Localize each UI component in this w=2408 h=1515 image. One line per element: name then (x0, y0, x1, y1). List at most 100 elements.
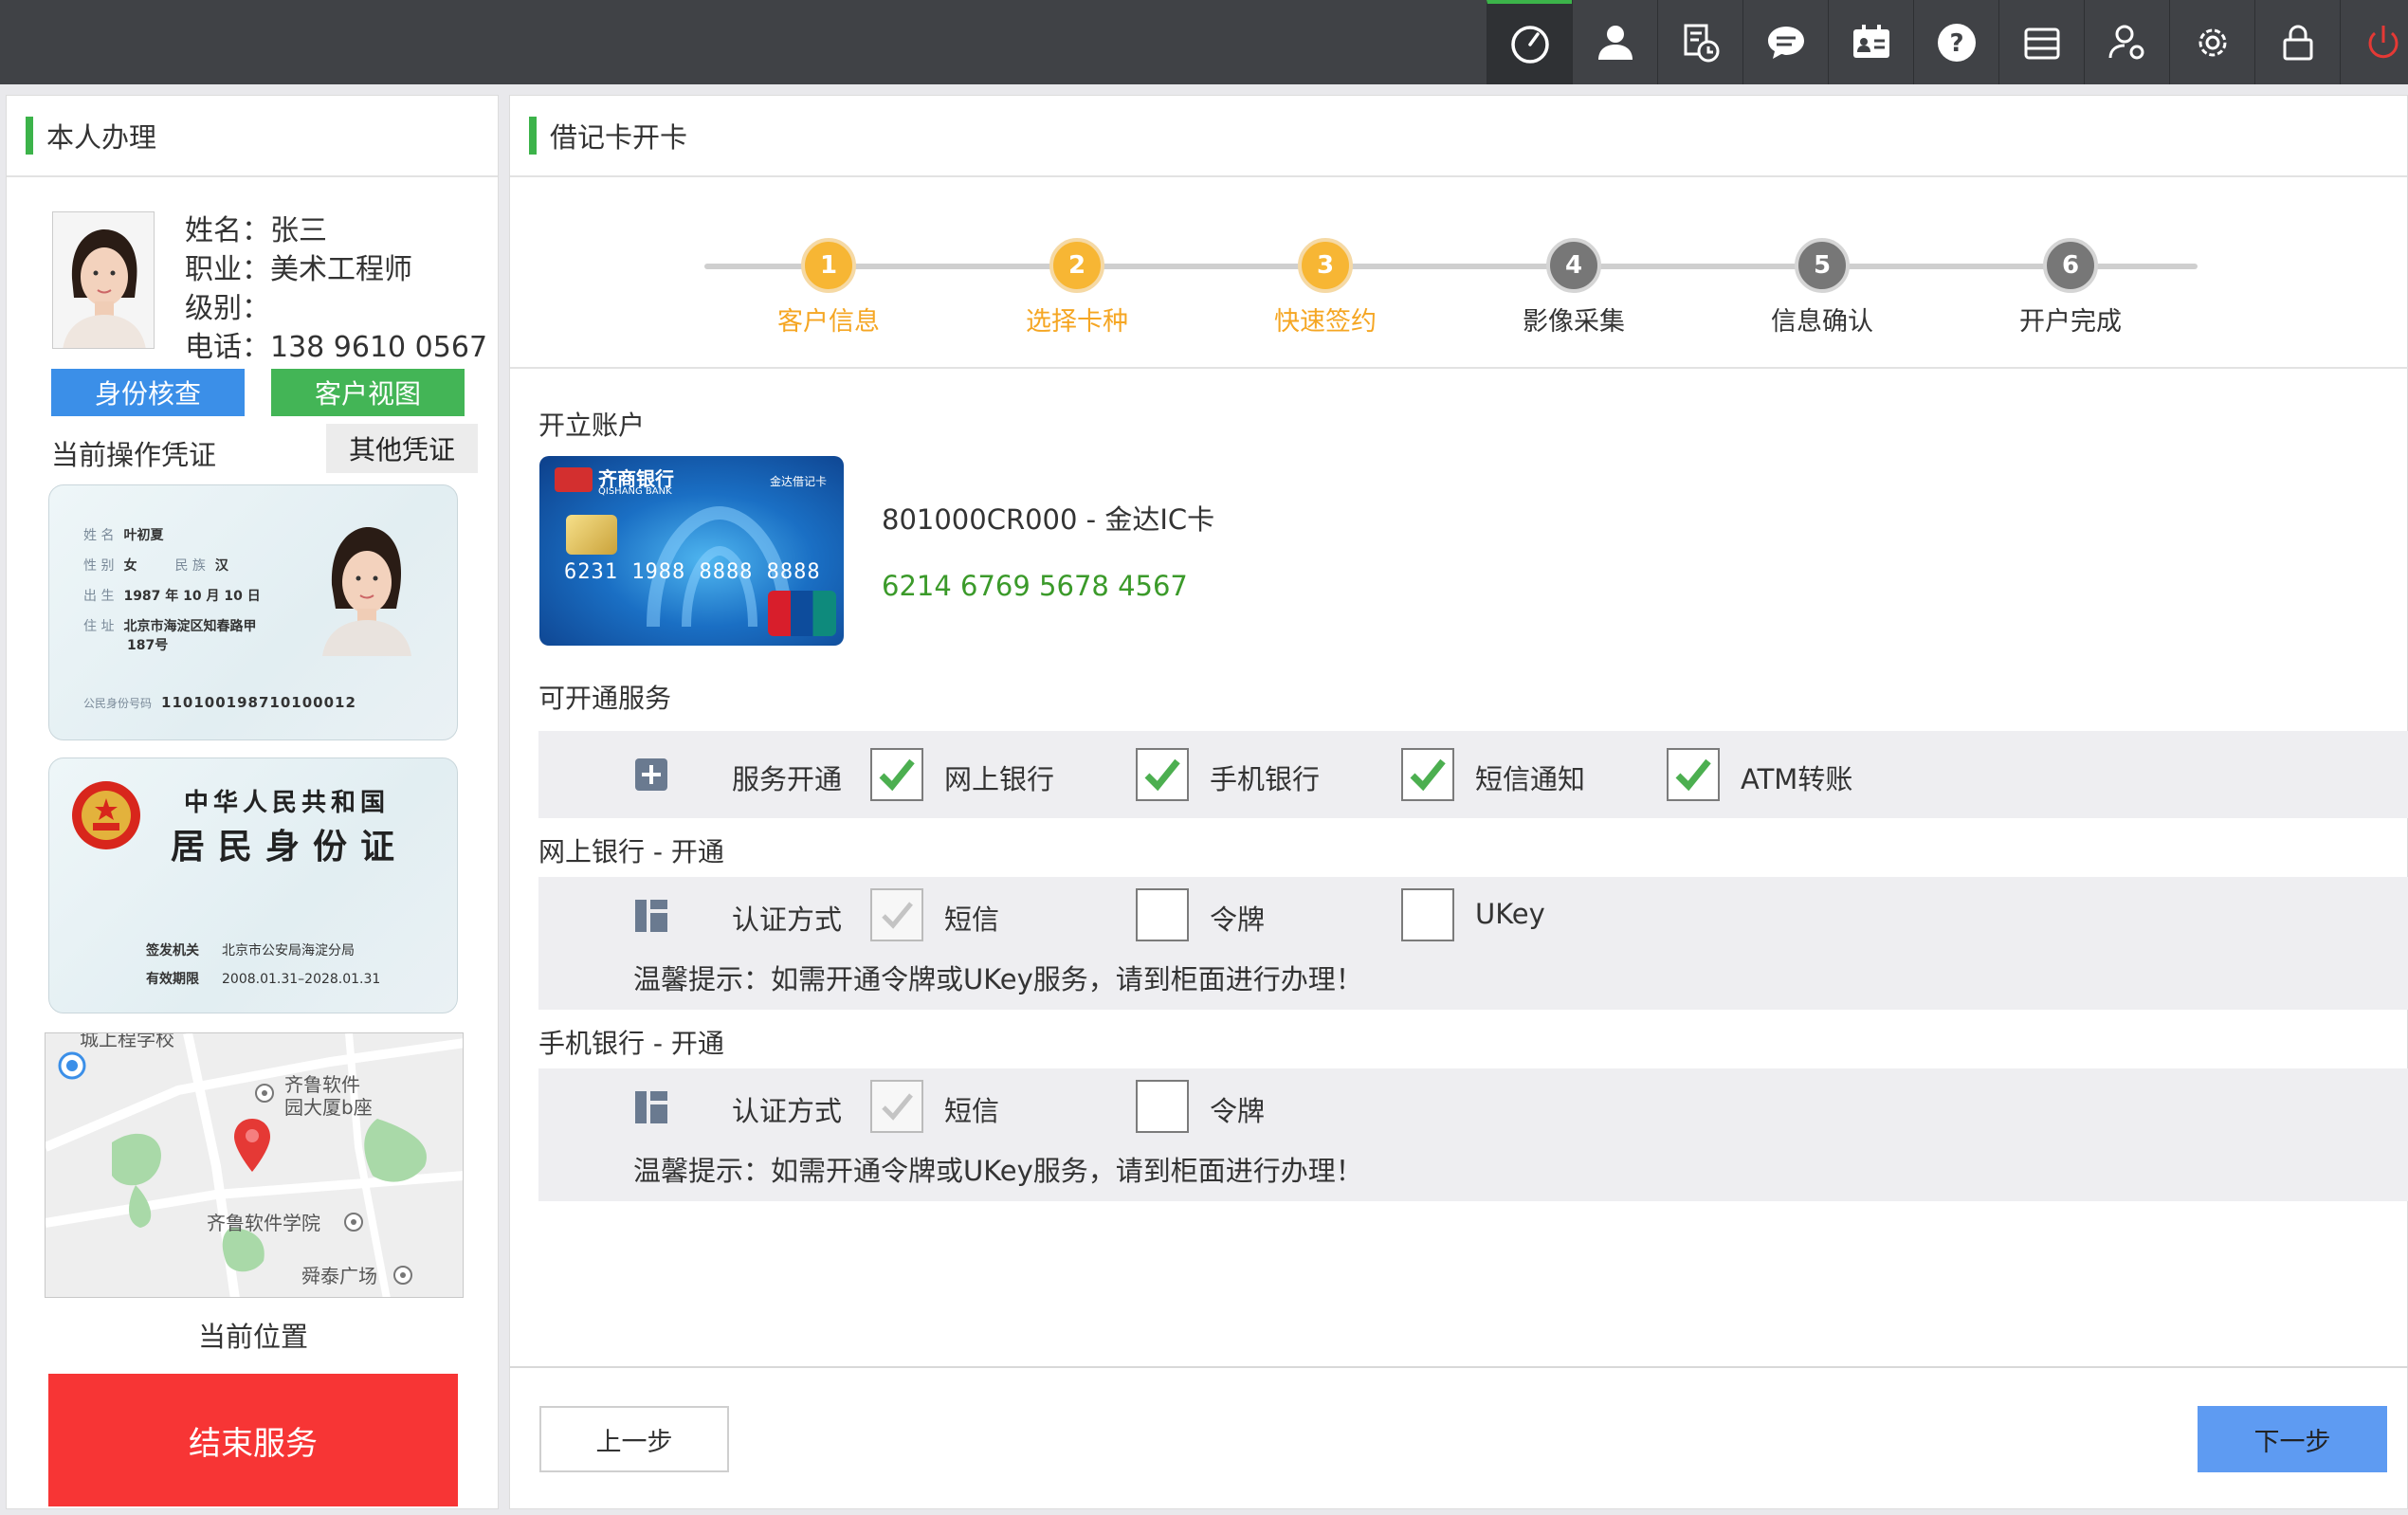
dashboard-icon (1510, 25, 1549, 64)
next-step-button[interactable]: 下一步 (2198, 1406, 2387, 1472)
id-card-photo (322, 527, 411, 656)
mbank-sms-label: 短信 (944, 1095, 1000, 1127)
poi-icon (393, 1266, 412, 1285)
map-pin-icon[interactable] (231, 1117, 273, 1174)
sms-checkbox[interactable] (1401, 748, 1454, 801)
panel-title: 本人办理 (7, 96, 498, 177)
panel-title-text: 本人办理 (46, 121, 157, 154)
step-2-label: 选择卡种 (1026, 307, 1128, 337)
customer-info: 姓名：张三 职业：美术工程师 级别： 电话：138 9610 0567 (185, 211, 507, 367)
user-settings-button[interactable] (2084, 0, 2169, 84)
end-service-button[interactable]: 结束服务 (48, 1374, 458, 1506)
power-button[interactable] (2340, 0, 2408, 84)
id-card-icon (1852, 24, 1889, 58)
open-account-label: 开立账户 (538, 410, 646, 441)
step-1[interactable]: 1 客户信息 (753, 238, 904, 338)
check-icon (882, 1093, 913, 1121)
step-3[interactable]: 3 快速签约 (1250, 238, 1401, 338)
id-address-row: 住 址北京市海淀区知春路甲 (83, 619, 257, 634)
user-settings-icon (2108, 25, 2143, 59)
service-mbank-label: 手机银行 (1210, 763, 1321, 795)
ebank-tip: 温馨提示：如需开通令牌或UKey服务，请到柜面进行办理！ (633, 963, 1363, 995)
ebank-token-checkbox[interactable] (1136, 888, 1189, 941)
mbank-auth-label: 认证方式 (732, 1095, 843, 1127)
id-number-row: 公民身份号码 110100198710100012 (83, 694, 356, 711)
stepper-track (704, 264, 2198, 269)
step-2-circle: 2 (1049, 238, 1104, 293)
location-map[interactable]: 城上程学校 齐鲁软件 园大厦b座 齐鲁软件学院 舜泰广场 (45, 1032, 464, 1298)
other-credential-button[interactable]: 其他凭证 (326, 424, 478, 473)
map-label-plaza: 舜泰广场 (301, 1265, 377, 1287)
services-row: 服务开通 网上银行 手机银行 短信通知 ATM转账 (538, 731, 2408, 818)
server-icon (2024, 27, 2059, 59)
id-card-button[interactable] (1828, 0, 1913, 84)
ebank-ukey-checkbox[interactable] (1401, 888, 1454, 941)
settings-button[interactable] (2169, 0, 2254, 84)
mbank-row: 认证方式 短信 令牌 温馨提示：如需开通令牌或UKey服务，请到柜面进行办理！ (538, 1068, 2408, 1201)
check-icon (1144, 758, 1180, 792)
my-location-icon[interactable] (57, 1050, 87, 1081)
customer-job: 职业：美术工程师 (185, 253, 412, 286)
services-label: 服务开通 (732, 763, 843, 795)
ebank-token-label: 令牌 (1210, 904, 1266, 936)
step-3-circle: 3 (1298, 238, 1353, 293)
id-sex-row: 性 别女民 族汉 (83, 558, 228, 574)
mbank-token-checkbox[interactable] (1136, 1080, 1189, 1133)
history-icon (1684, 24, 1719, 62)
card-embossed-number: 6231 1988 8888 8888 (564, 560, 821, 584)
id-check-button[interactable]: 身份核查 (51, 369, 245, 416)
dashboard-button[interactable] (1487, 0, 1572, 84)
mbank-sms-checkbox[interactable] (870, 1080, 923, 1133)
step-4-circle: 4 (1546, 238, 1601, 293)
power-icon (2368, 25, 2398, 58)
map-label-park-2: 园大厦b座 (284, 1096, 373, 1119)
unionpay-logo-icon (768, 591, 836, 636)
user-button[interactable] (1572, 0, 1657, 84)
services-title: 可开通服务 (538, 683, 672, 714)
server-button[interactable] (1998, 0, 2084, 84)
step-1-circle: 1 (801, 238, 856, 293)
step-5-label: 信息确认 (1771, 307, 1873, 337)
ebank-checkbox[interactable] (870, 748, 923, 801)
current-credential-label: 当前操作凭证 (51, 439, 217, 471)
lock-button[interactable] (2254, 0, 2340, 84)
chip-icon (566, 515, 617, 555)
step-6-label: 开户完成 (2019, 307, 2122, 337)
add-icon[interactable] (635, 758, 667, 791)
top-toolbar: ? (0, 0, 2408, 84)
card-number: 6214 6769 5678 4567 (882, 570, 1188, 602)
step-6-circle: 6 (2043, 238, 2098, 293)
id-card-front[interactable]: 姓 名叶初夏 性 别女民 族汉 出 生 1987 年 10 月 10 日 住 址北… (48, 484, 458, 740)
national-emblem-icon (72, 781, 140, 849)
id-validity-row: 有效期限 2008.01.31–2028.01.31 (146, 972, 381, 987)
gear-icon (2198, 28, 2226, 56)
mbank-tip: 温馨提示：如需开通令牌或UKey服务，请到柜面进行办理！ (633, 1155, 1363, 1187)
customer-view-button[interactable]: 客户视图 (271, 369, 465, 416)
map-label-college: 齐鲁软件学院 (207, 1212, 320, 1234)
step-1-label: 客户信息 (777, 307, 880, 337)
step-4[interactable]: 4 影像采集 (1498, 238, 1650, 338)
check-icon (882, 902, 913, 929)
step-6[interactable]: 6 开户完成 (1995, 238, 2146, 338)
service-ebank-label: 网上银行 (944, 763, 1055, 795)
poi-icon (255, 1084, 274, 1103)
message-button[interactable] (1742, 0, 1828, 84)
ebank-auth-label: 认证方式 (732, 904, 843, 936)
history-button[interactable] (1657, 0, 1742, 84)
ebank-row: 认证方式 短信 令牌 UKey 温馨提示：如需开通令牌或UKey服务，请到柜面进… (538, 877, 2408, 1010)
card-type: 金达借记卡 (769, 475, 827, 488)
step-2[interactable]: 2 选择卡种 (1001, 238, 1153, 338)
step-5-circle: 5 (1795, 238, 1850, 293)
atm-checkbox[interactable] (1667, 748, 1720, 801)
id-card-back[interactable]: 中华人民共和国 居民身份证 签发机关 北京市公安局海淀分局 有效期限 2008.01… (48, 758, 458, 1013)
bank-card-image[interactable]: 齐商银行 QISHANG BANK 金达借记卡 6231 1988 8888 8… (539, 456, 844, 646)
panel-gap (499, 95, 509, 1509)
customer-name: 姓名：张三 (185, 214, 327, 247)
mbank-checkbox[interactable] (1136, 748, 1189, 801)
ebank-sms-checkbox[interactable] (870, 888, 923, 941)
prev-step-button[interactable]: 上一步 (539, 1406, 729, 1472)
help-button[interactable]: ? (1913, 0, 1998, 84)
step-5[interactable]: 5 信息确认 (1746, 238, 1898, 338)
stepper-divider (510, 367, 2408, 369)
ebank-sms-label: 短信 (944, 904, 1000, 936)
